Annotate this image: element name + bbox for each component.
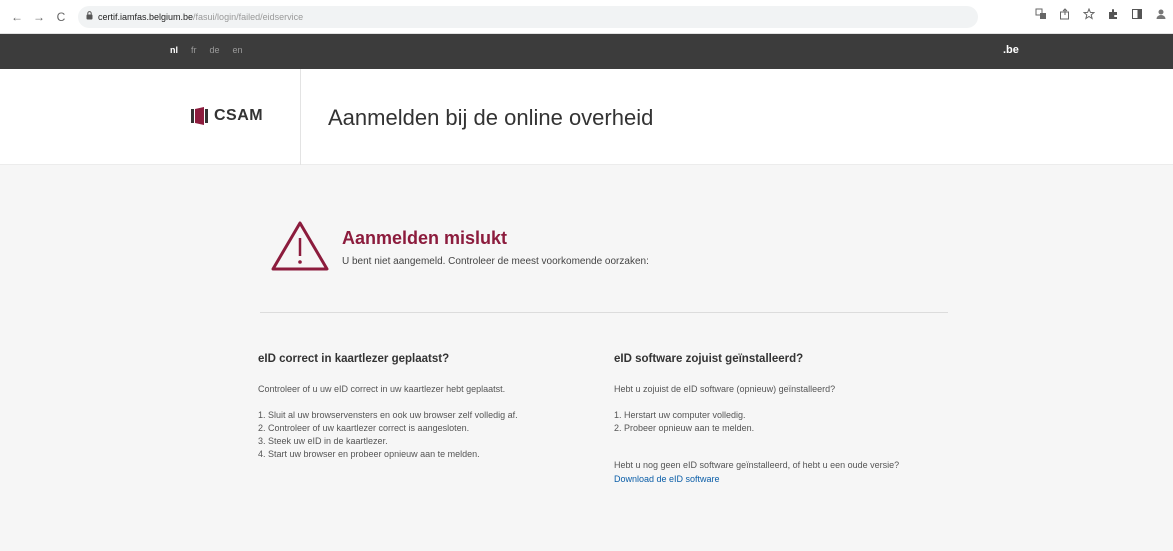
list-item: 1. Herstart uw computer volledig. (614, 409, 746, 420)
section-intro: Hebt u zojuist de eID software (opnieuw)… (614, 384, 836, 395)
language-switcher: nl fr de en (170, 45, 243, 55)
section-intro: Controleer of u uw eID correct in uw kaa… (258, 384, 506, 395)
brand-name: CSAM (214, 107, 264, 124)
browser-toolbar: ← → C certif.iamfas.belgium.be/fasui/log… (0, 0, 1173, 34)
lock-icon[interactable] (86, 11, 93, 22)
url-host: certif.iamfas.belgium.be (98, 11, 194, 22)
csam-logo[interactable]: CSAM (190, 107, 263, 125)
back-button[interactable]: ← (8, 8, 26, 26)
list-item: 2. Probeer opnieuw aan te melden. (614, 422, 755, 433)
nav-buttons: ← → C (8, 8, 70, 26)
be-logo[interactable]: .be (1003, 44, 1019, 56)
sidepanel-icon[interactable] (1131, 8, 1143, 23)
profile-icon[interactable] (1155, 8, 1167, 23)
download-eid-software-link[interactable]: Download de eID software (614, 474, 720, 484)
page-title: Aanmelden bij de online overheid (328, 105, 654, 130)
address-bar[interactable]: certif.iamfas.belgium.be/fasui/login/fai… (78, 5, 978, 28)
section-heading: eID correct in kaartlezer geplaatst? (258, 353, 450, 365)
csam-logo-icon (190, 107, 210, 125)
header-divider (300, 69, 301, 165)
page-header: CSAM Aanmelden bij de online overheid (0, 69, 1173, 165)
main-content: Aanmelden mislukt U bent niet aangemeld.… (0, 166, 1173, 551)
steps-list: 1. Sluit al uw browservensters en ook uw… (258, 409, 578, 461)
card-reader-section: eID correct in kaartlezer geplaatst? Con… (258, 351, 578, 485)
forward-button[interactable]: → (30, 8, 48, 26)
extensions-icon[interactable] (1107, 8, 1119, 23)
government-bar: nl fr de en .be (0, 34, 1173, 69)
login-failed-alert: Aanmelden mislukt U bent niet aangemeld.… (270, 220, 950, 280)
url-path: /fasui/login/failed/eidservice (193, 11, 304, 22)
list-item: 1. Sluit al uw browservensters en ook uw… (258, 409, 518, 420)
software-note: Hebt u nog geen eID software geïnstallee… (614, 459, 900, 470)
list-item: 4. Start uw browser en probeer opnieuw a… (258, 448, 480, 459)
section-heading: eID software zojuist geïnstalleerd? (614, 353, 804, 365)
steps-list: 1. Herstart uw computer volledig. 2. Pro… (614, 409, 934, 435)
language-fr[interactable]: fr (191, 45, 197, 55)
eid-software-section: eID software zojuist geïnstalleerd? Hebt… (614, 351, 934, 486)
list-item: 3. Steek uw eID in de kaartlezer. (258, 435, 388, 446)
language-de[interactable]: de (210, 45, 220, 55)
alert-text: U bent niet aangemeld. Controleer de mee… (342, 256, 649, 267)
reload-button[interactable]: C (52, 8, 70, 26)
share-icon[interactable] (1059, 8, 1071, 23)
language-nl[interactable]: nl (170, 45, 178, 55)
star-icon[interactable] (1082, 7, 1096, 23)
list-item: 2. Controleer of uw kaartlezer correct i… (258, 422, 470, 433)
translate-icon[interactable] (1035, 8, 1047, 23)
browser-actions (1035, 7, 1167, 23)
language-en[interactable]: en (233, 45, 243, 55)
warning-icon (270, 220, 330, 272)
section-divider (260, 312, 948, 313)
alert-title: Aanmelden mislukt (342, 228, 508, 248)
